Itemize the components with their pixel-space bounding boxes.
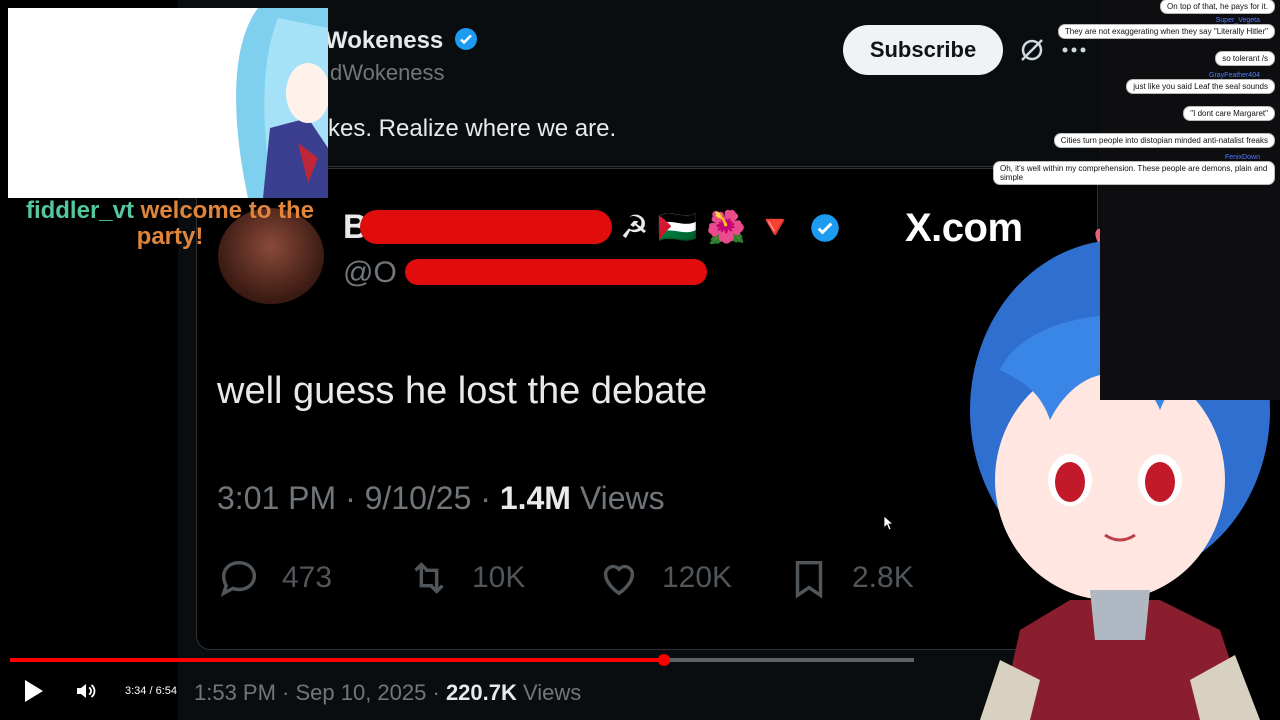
- name-emojis: ☭ 🇵🇸 🌺 🔻: [620, 208, 840, 246]
- webcam-overlay: [8, 8, 328, 198]
- chat-username: Super_Vegeta: [1215, 17, 1260, 24]
- retweet-icon: [414, 562, 444, 594]
- subscribe-button[interactable]: Subscribe: [843, 25, 1003, 75]
- tweet-actions: 473 10K 120K 2.8K: [216, 556, 976, 600]
- vtuber-avatar-small: [236, 8, 328, 198]
- reply-icon: [220, 560, 257, 597]
- redaction-mark: [405, 259, 707, 285]
- quoted-handle: @O: [343, 256, 397, 289]
- chat-message: Oh, it's well within my comprehension. T…: [994, 162, 1274, 184]
- chat-message: just like you said Leaf the seal sounds: [1127, 80, 1274, 93]
- chat-message: On top of that, he pays for it.: [1161, 0, 1274, 13]
- welcome-message: fiddler_vt welcome to the party!: [25, 197, 315, 250]
- post-meta: 1:53 PM · Sep 10, 2025 · 220.7K Views: [194, 680, 582, 705]
- chat-message: Cities turn people into distopian minded…: [1054, 134, 1274, 147]
- chat-username: GrayFeather404: [1209, 72, 1260, 79]
- time-display: 3:34 / 6:54: [125, 685, 177, 697]
- redaction-mark: [360, 210, 612, 244]
- like-icon: [603, 564, 635, 596]
- chat-message: "I dont care Margaret": [1184, 107, 1274, 120]
- chat-panel: On top of that, he pays for it. Super_Ve…: [984, 0, 1274, 190]
- bookmark-button[interactable]: 2.8K: [786, 555, 976, 601]
- progress-fill: [10, 658, 665, 662]
- play-button[interactable]: [20, 678, 46, 704]
- chat-username: FenixDown: [1224, 154, 1260, 161]
- volume-icon: [77, 684, 96, 698]
- chat-message: so tolerant /s: [1216, 52, 1274, 65]
- mouse-cursor-icon: [884, 516, 894, 530]
- quoted-text: well guess he lost the debate: [217, 370, 708, 412]
- chat-message: They are not exaggerating when they say …: [1058, 25, 1274, 38]
- verified-icon: [454, 28, 477, 50]
- retweet-button[interactable]: 10K: [406, 555, 596, 601]
- volume-button[interactable]: [74, 679, 98, 703]
- reply-button[interactable]: 473: [216, 555, 406, 601]
- progress-bar[interactable]: [10, 654, 914, 666]
- account-name: Wokeness: [325, 27, 478, 55]
- tweet-text: kes. Realize where we are.: [328, 115, 617, 142]
- tweet-meta: 3:01 PM · 9/10/25 · 1.4M Views: [217, 480, 665, 516]
- like-button[interactable]: 120K: [596, 555, 786, 601]
- play-icon: [25, 680, 43, 702]
- verified-icon: [811, 214, 839, 242]
- account-handle: dWokeness: [330, 60, 445, 85]
- bookmark-icon: [795, 560, 823, 599]
